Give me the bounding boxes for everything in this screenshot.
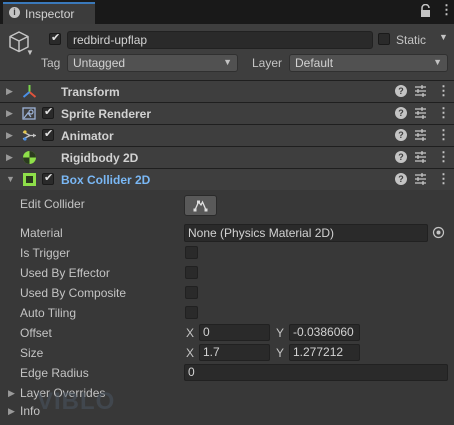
- used-by-effector-checkbox[interactable]: [185, 266, 198, 279]
- info-icon: i: [9, 7, 20, 18]
- is-trigger-checkbox[interactable]: [185, 246, 198, 259]
- edge-radius-field[interactable]: 0: [184, 364, 448, 381]
- component-header-transform[interactable]: ▶ Transform ? ⋮: [0, 80, 454, 102]
- watermark-logo: VIBLO: [37, 388, 116, 415]
- static-checkbox[interactable]: [378, 33, 390, 45]
- component-enabled-checkbox[interactable]: [42, 127, 54, 141]
- used-by-composite-label: Used By Composite: [20, 286, 127, 300]
- size-y-field[interactable]: 1.277212: [289, 344, 360, 361]
- component-name: Sprite Renderer: [61, 107, 152, 121]
- layer-value: Default: [295, 56, 334, 70]
- component-name: Animator: [61, 129, 114, 143]
- layer-dropdown[interactable]: Default ▼: [289, 54, 448, 72]
- help-icon[interactable]: ?: [395, 151, 407, 163]
- info-foldout-icon[interactable]: ▶: [8, 406, 15, 417]
- used-by-composite-checkbox[interactable]: [185, 286, 198, 299]
- offset-y-field[interactable]: -0.0386060: [289, 324, 360, 341]
- inspector-tab-label: Inspector: [25, 7, 75, 21]
- layer-label: Layer: [252, 56, 283, 70]
- edit-collider-icon: [193, 200, 208, 212]
- chevron-down-icon: ▼: [223, 57, 232, 67]
- static-dropdown-arrow[interactable]: ▼: [439, 32, 448, 42]
- tag-dropdown[interactable]: Untagged ▼: [67, 54, 238, 72]
- offset-y-label: Y: [276, 326, 285, 340]
- presets-icon[interactable]: [414, 106, 427, 120]
- component-name: Transform: [61, 85, 120, 99]
- static-label: Static: [396, 33, 427, 47]
- foldout-arrow-icon[interactable]: ▶: [6, 152, 13, 163]
- gameobject-header: ▼ redbird-upflap Static ▼ Tag Untagged ▼…: [0, 24, 454, 81]
- component-menu-icon[interactable]: ⋮: [437, 172, 450, 186]
- inspector-tab[interactable]: i Inspector: [3, 2, 95, 24]
- material-object-field[interactable]: None (Physics Material 2D): [184, 224, 428, 242]
- lock-icon[interactable]: [419, 4, 432, 18]
- presets-icon[interactable]: [414, 128, 427, 142]
- icon-dropdown-arrow[interactable]: ▼: [26, 48, 34, 57]
- auto-tiling-label: Auto Tiling: [20, 306, 77, 320]
- rigidbody2d-icon: [23, 151, 36, 164]
- component-header-box-collider-2d[interactable]: ▼ Box Collider 2D ? ⋮: [0, 168, 454, 190]
- component-name: Box Collider 2D: [61, 173, 151, 187]
- component-menu-icon[interactable]: ⋮: [437, 106, 450, 120]
- size-y-label: Y: [276, 346, 285, 360]
- offset-label: Offset: [20, 326, 52, 340]
- size-x-field[interactable]: 1.7: [199, 344, 270, 361]
- presets-icon[interactable]: [414, 150, 427, 164]
- inspector-tab-bar: i Inspector ⋮: [0, 0, 454, 24]
- help-icon[interactable]: ?: [395, 85, 407, 97]
- kebab-menu-icon[interactable]: ⋮: [440, 2, 453, 18]
- component-header-animator[interactable]: ▶ Animator ? ⋮: [0, 124, 454, 146]
- animator-icon: [22, 130, 36, 141]
- material-label: Material: [20, 226, 63, 240]
- presets-icon[interactable]: [414, 84, 427, 98]
- component-menu-icon[interactable]: ⋮: [437, 128, 450, 142]
- offset-x-field[interactable]: 0: [199, 324, 270, 341]
- tag-label: Tag: [41, 56, 61, 70]
- edit-collider-button[interactable]: [184, 195, 217, 216]
- edge-radius-label: Edge Radius: [20, 366, 89, 380]
- object-picker-icon[interactable]: [432, 226, 445, 239]
- component-menu-icon[interactable]: ⋮: [437, 150, 450, 164]
- layer-overrides-foldout-icon[interactable]: ▶: [8, 388, 15, 399]
- help-icon[interactable]: ?: [395, 173, 407, 185]
- component-name: Rigidbody 2D: [61, 151, 139, 165]
- foldout-arrow-icon[interactable]: ▶: [6, 130, 13, 141]
- transform-icon: [22, 85, 37, 98]
- component-header-rigidbody-2d[interactable]: ▶ Rigidbody 2D ? ⋮: [0, 146, 454, 168]
- edit-collider-label: Edit Collider: [20, 197, 85, 211]
- component-enabled-checkbox[interactable]: [42, 105, 54, 119]
- component-menu-icon[interactable]: ⋮: [437, 84, 450, 98]
- foldout-arrow-icon[interactable]: ▶: [6, 86, 13, 97]
- presets-icon[interactable]: [414, 172, 427, 186]
- component-header-sprite-renderer[interactable]: ▶ Sprite Renderer ? ⋮: [0, 102, 454, 124]
- gameobject-active-checkbox[interactable]: [49, 31, 61, 45]
- box-collider2d-icon: [23, 173, 36, 186]
- foldout-arrow-expanded-icon[interactable]: ▼: [6, 174, 15, 184]
- help-icon[interactable]: ?: [395, 107, 407, 119]
- sprite-renderer-icon: [22, 107, 36, 120]
- auto-tiling-checkbox[interactable]: [185, 306, 198, 319]
- is-trigger-label: Is Trigger: [20, 246, 71, 260]
- component-enabled-checkbox[interactable]: [42, 171, 54, 185]
- tag-value: Untagged: [73, 56, 126, 70]
- used-by-effector-label: Used By Effector: [20, 266, 110, 280]
- chevron-down-icon: ▼: [433, 57, 442, 67]
- gameobject-name-field[interactable]: redbird-upflap: [67, 31, 373, 49]
- foldout-arrow-icon[interactable]: ▶: [6, 108, 13, 119]
- size-x-label: X: [186, 346, 195, 360]
- size-label: Size: [20, 346, 44, 360]
- help-icon[interactable]: ?: [395, 129, 407, 141]
- offset-x-label: X: [186, 326, 195, 340]
